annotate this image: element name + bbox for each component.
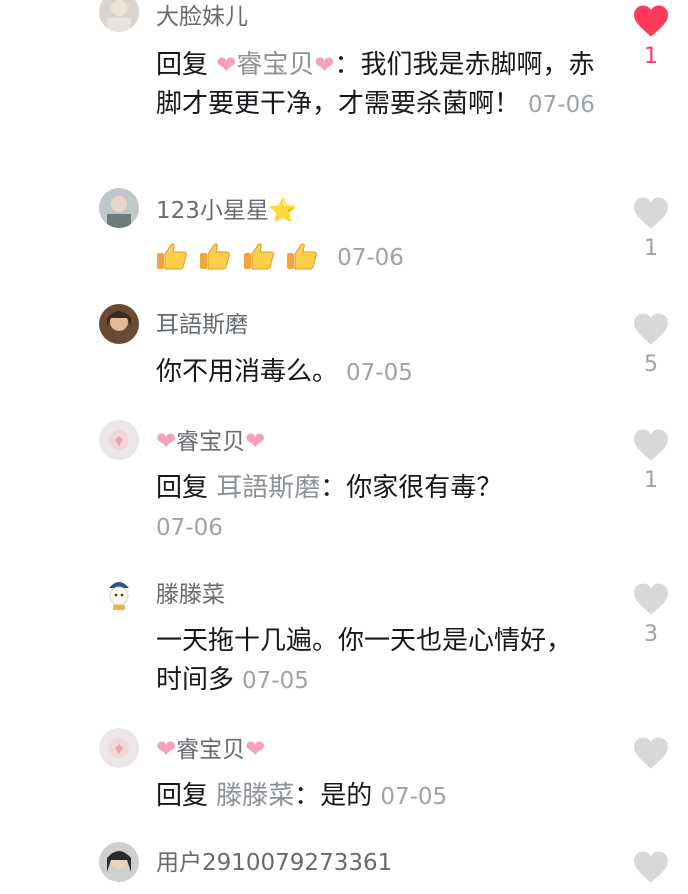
heart-outline-icon: [634, 851, 668, 883]
like-button[interactable]: 1: [632, 428, 670, 496]
avatar[interactable]: [99, 0, 139, 32]
comment-text: 回复 耳語斯磨：你家很有毒？ 07-06: [156, 469, 616, 548]
comment-body: ：是的: [294, 781, 373, 811]
like-button[interactable]: 1: [632, 4, 670, 72]
comment-text: 回复 ❤睿宝贝❤：我们我是赤脚啊，赤脚才要更干净，才需要杀菌啊！ 07-06: [156, 46, 616, 125]
comment-username[interactable]: 大脸妹儿: [156, 2, 248, 32]
reply-target-username[interactable]: 耳語斯磨: [216, 473, 320, 503]
star-emoji: ⭐: [268, 198, 298, 224]
comment-time: 07-06: [528, 92, 595, 118]
like-button[interactable]: 5: [632, 312, 670, 380]
thumbs-up-icon: [286, 243, 317, 270]
heart-outline-icon: [634, 197, 668, 229]
comment-body: 你不用消毒么。: [156, 357, 339, 387]
reply-target-username[interactable]: 滕滕菜: [216, 781, 294, 811]
heart-outline-icon: [634, 313, 668, 345]
reply-label: 回复: [156, 473, 209, 503]
comment-time: 07-06: [156, 515, 223, 541]
pink-heart-icon: ❤: [245, 735, 266, 763]
like-count: 1: [644, 44, 658, 69]
heart-outline-icon: [634, 429, 668, 461]
like-count: 1: [644, 236, 658, 261]
reply-label: 回复: [156, 781, 209, 811]
comment-time: 07-06: [337, 245, 404, 271]
comment-body: ：你家很有毒？: [320, 473, 503, 503]
pink-heart-icon: ❤: [156, 735, 177, 763]
comment-username[interactable]: 123小星星⭐: [156, 196, 298, 226]
comment-username[interactable]: ❤睿宝贝❤: [156, 734, 265, 765]
like-count: 3: [644, 622, 658, 647]
comment-time: 07-05: [346, 360, 413, 386]
thumbs-up-emoji-group: [156, 242, 329, 272]
heart-outline-icon: [634, 737, 668, 769]
thumbs-up-icon: [243, 243, 274, 270]
reply-label: 回复: [156, 50, 209, 80]
like-button[interactable]: 3: [632, 582, 670, 650]
comment-text: 一天拖十几遍。你一天也是心情好，时间多 07-05: [156, 622, 596, 701]
like-button[interactable]: [632, 850, 670, 884]
pink-heart-icon: ❤: [156, 427, 177, 455]
like-button[interactable]: [632, 736, 670, 770]
comment-username[interactable]: 用户2910079273361: [156, 848, 392, 878]
comment-text: 回复 滕滕菜：是的 07-05: [156, 777, 616, 817]
comment-time: 07-05: [242, 668, 309, 694]
heart-filled-icon: [634, 5, 668, 37]
reply-target-username[interactable]: ❤睿宝贝❤: [216, 50, 334, 80]
comment-time: 07-05: [380, 784, 448, 810]
comment-text: 你不用消毒么。 07-05: [156, 353, 616, 393]
avatar[interactable]: [99, 728, 139, 768]
pink-heart-icon: ❤: [245, 427, 266, 455]
avatar[interactable]: [99, 304, 139, 344]
comment-body: 一天拖十几遍。你一天也是心情好，时间多: [156, 626, 573, 695]
avatar[interactable]: [99, 188, 139, 228]
like-count: 1: [644, 468, 658, 493]
comment-text: 07-06: [156, 238, 616, 278]
comment-username[interactable]: 耳語斯磨: [156, 310, 248, 340]
thumbs-up-icon: [200, 243, 231, 270]
pink-heart-icon: ❤: [314, 51, 335, 79]
avatar[interactable]: [99, 420, 139, 460]
like-count: 5: [644, 352, 658, 377]
like-button[interactable]: 1: [632, 196, 670, 264]
thumbs-up-icon: [157, 243, 187, 270]
heart-outline-icon: [634, 583, 668, 615]
comment-username[interactable]: ❤睿宝贝❤: [156, 426, 265, 457]
comment-username[interactable]: 滕滕菜: [156, 580, 225, 610]
avatar[interactable]: [99, 574, 139, 614]
avatar[interactable]: [99, 842, 139, 882]
pink-heart-icon: ❤: [216, 51, 237, 79]
